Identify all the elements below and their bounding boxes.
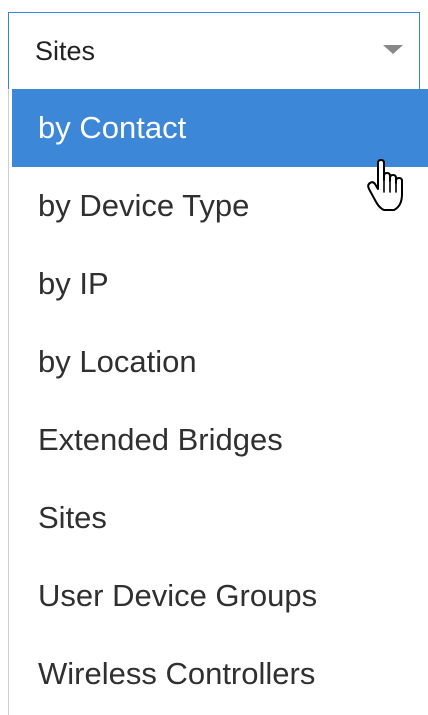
chevron-down-icon[interactable] xyxy=(383,45,403,54)
option-by-contact[interactable]: by Contact xyxy=(12,89,428,167)
dropdown-menu: by Contact by Device Type by IP by Locat… xyxy=(8,89,428,715)
option-sites[interactable]: Sites xyxy=(12,479,428,557)
sites-select[interactable]: Sites xyxy=(8,12,420,90)
selected-value: Sites xyxy=(35,36,96,66)
hand-pointer-icon xyxy=(367,159,403,211)
option-by-ip[interactable]: by IP xyxy=(12,245,428,323)
option-user-device-groups[interactable]: User Device Groups xyxy=(12,557,428,635)
option-by-location[interactable]: by Location xyxy=(12,323,428,401)
option-extended-bridges[interactable]: Extended Bridges xyxy=(12,401,428,479)
option-wireless-controllers[interactable]: Wireless Controllers xyxy=(12,635,428,713)
sites-dropdown[interactable]: Sites by Contact by Device Type by IP by… xyxy=(0,0,428,715)
